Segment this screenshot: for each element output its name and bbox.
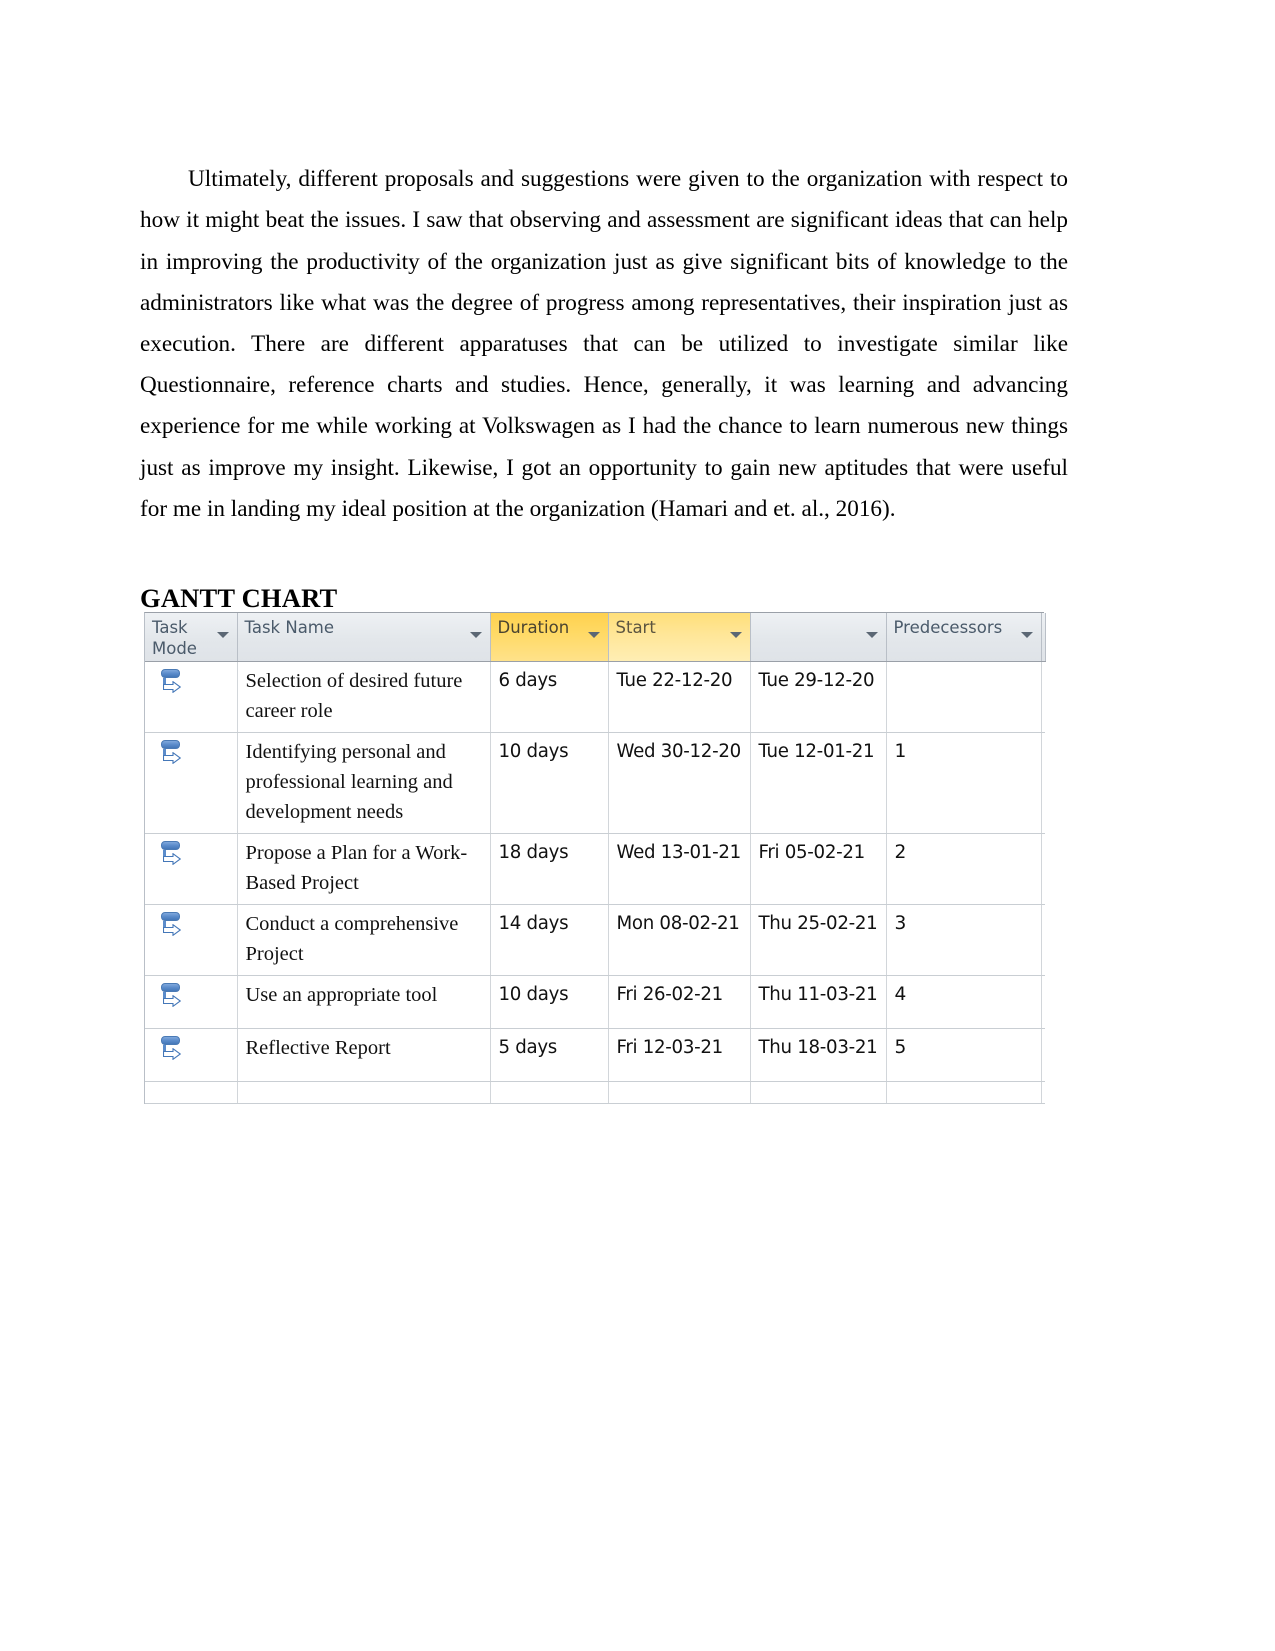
filter-dropdown-icon-finish[interactable] [865, 632, 878, 638]
column-header-start-label: Start [615, 618, 656, 637]
duration-cell[interactable]: 10 days [490, 732, 609, 834]
duration-cell[interactable]: 18 days [490, 833, 609, 905]
finish-date-cell[interactable] [750, 1081, 887, 1104]
predecessors-cell[interactable] [886, 1081, 1042, 1104]
gantt-task-table: Task Mode Task Name Duration Start Prede… [145, 613, 1046, 1104]
predecessors-cell[interactable]: 2 [886, 833, 1042, 905]
section-heading-gantt-chart: GANTT CHART [140, 582, 338, 613]
table-row[interactable]: Propose a Plan for a Work-Based Project … [145, 833, 1045, 905]
task-name-cell[interactable]: Identifying personal and professional le… [237, 732, 491, 834]
column-header-finish[interactable] [750, 613, 887, 662]
duration-cell[interactable]: 14 days [490, 904, 609, 976]
task-mode-cell[interactable] [145, 904, 238, 976]
finish-date-cell[interactable]: Tue 12-01-21 [750, 732, 887, 834]
start-date-cell[interactable]: Wed 13-01-21 [608, 833, 751, 905]
task-mode-cell[interactable] [145, 1028, 238, 1082]
filter-dropdown-icon-duration[interactable] [587, 632, 600, 638]
overflow-cell [1041, 904, 1045, 976]
manually-scheduled-task-icon [159, 1035, 185, 1065]
column-header-task-mode[interactable]: Task Mode [145, 613, 238, 662]
overflow-cell [1041, 833, 1045, 905]
task-name-cell[interactable]: Conduct a comprehensive Project [237, 904, 491, 976]
filter-dropdown-icon-start[interactable] [729, 632, 742, 638]
finish-date-cell[interactable]: Thu 11-03-21 [750, 975, 887, 1029]
task-mode-cell[interactable] [145, 975, 238, 1029]
table-row[interactable]: Use an appropriate tool 10 days Fri 26-0… [145, 975, 1045, 1029]
finish-date-cell[interactable]: Thu 25-02-21 [750, 904, 887, 976]
start-date-cell[interactable]: Tue 22-12-20 [608, 661, 751, 733]
table-row[interactable]: Reflective Report 5 days Fri 12-03-21 Th… [145, 1028, 1045, 1082]
finish-date-cell[interactable]: Fri 05-02-21 [750, 833, 887, 905]
column-header-task-name-label: Task Name [244, 618, 335, 637]
duration-cell[interactable]: 10 days [490, 975, 609, 1029]
column-header-predecessors-label: Predecessors [893, 618, 1003, 637]
table-row-empty[interactable] [145, 1081, 1045, 1104]
gantt-chart-table-container: Task Mode Task Name Duration Start Prede… [144, 612, 1046, 1104]
table-row[interactable]: Selection of desired future career role … [145, 661, 1045, 733]
predecessors-cell[interactable]: 1 [886, 732, 1042, 834]
duration-cell[interactable] [490, 1081, 609, 1104]
task-mode-cell[interactable] [145, 833, 238, 905]
overflow-cell [1041, 1081, 1045, 1104]
overflow-cell [1041, 975, 1045, 1029]
column-header-task-name[interactable]: Task Name [237, 613, 491, 662]
column-header-task-mode-line2: Mode [152, 639, 197, 658]
table-header-row: Task Mode Task Name Duration Start Prede… [145, 613, 1046, 662]
manually-scheduled-task-icon [159, 982, 185, 1012]
manually-scheduled-task-icon [159, 911, 185, 941]
column-header-start[interactable]: Start [608, 613, 751, 662]
finish-date-cell[interactable]: Thu 18-03-21 [750, 1028, 887, 1082]
filter-dropdown-icon-task-mode[interactable] [216, 632, 229, 638]
task-mode-cell[interactable] [145, 1081, 238, 1104]
document-page: Ultimately, different proposals and sugg… [0, 0, 1275, 1651]
predecessors-cell[interactable]: 5 [886, 1028, 1042, 1082]
table-row[interactable]: Identifying personal and professional le… [145, 732, 1045, 834]
finish-date-cell[interactable]: Tue 29-12-20 [750, 661, 887, 733]
task-mode-cell[interactable] [145, 661, 238, 733]
task-name-cell[interactable]: Use an appropriate tool [237, 975, 491, 1029]
table-body: Selection of desired future career role … [145, 661, 1045, 1104]
column-header-overflow[interactable] [1041, 613, 1046, 662]
manually-scheduled-task-icon [159, 668, 185, 698]
overflow-cell [1041, 1028, 1045, 1082]
column-header-duration-label: Duration [497, 618, 570, 637]
task-name-cell[interactable] [237, 1081, 491, 1104]
overflow-cell [1041, 732, 1045, 834]
predecessors-cell[interactable]: 4 [886, 975, 1042, 1029]
start-date-cell[interactable]: Mon 08-02-21 [608, 904, 751, 976]
task-name-cell[interactable]: Selection of desired future career role [237, 661, 491, 733]
start-date-cell[interactable]: Fri 12-03-21 [608, 1028, 751, 1082]
duration-cell[interactable]: 5 days [490, 1028, 609, 1082]
table-row[interactable]: Conduct a comprehensive Project 14 days … [145, 904, 1045, 976]
manually-scheduled-task-icon [159, 739, 185, 769]
task-mode-cell[interactable] [145, 732, 238, 834]
overflow-cell [1041, 661, 1045, 733]
filter-dropdown-icon-predecessors[interactable] [1020, 632, 1033, 638]
filter-dropdown-icon-task-name[interactable] [469, 632, 482, 638]
column-header-duration[interactable]: Duration [490, 613, 609, 662]
predecessors-cell[interactable]: 3 [886, 904, 1042, 976]
predecessors-cell[interactable] [886, 661, 1042, 733]
manually-scheduled-task-icon [159, 840, 185, 870]
start-date-cell[interactable]: Fri 26-02-21 [608, 975, 751, 1029]
duration-cell[interactable]: 6 days [490, 661, 609, 733]
task-name-cell[interactable]: Propose a Plan for a Work-Based Project [237, 833, 491, 905]
start-date-cell[interactable]: Wed 30-12-20 [608, 732, 751, 834]
start-date-cell[interactable] [608, 1081, 751, 1104]
task-name-cell[interactable]: Reflective Report [237, 1028, 491, 1082]
body-paragraph: Ultimately, different proposals and sugg… [140, 166, 1068, 522]
column-header-predecessors[interactable]: Predecessors [886, 613, 1042, 662]
